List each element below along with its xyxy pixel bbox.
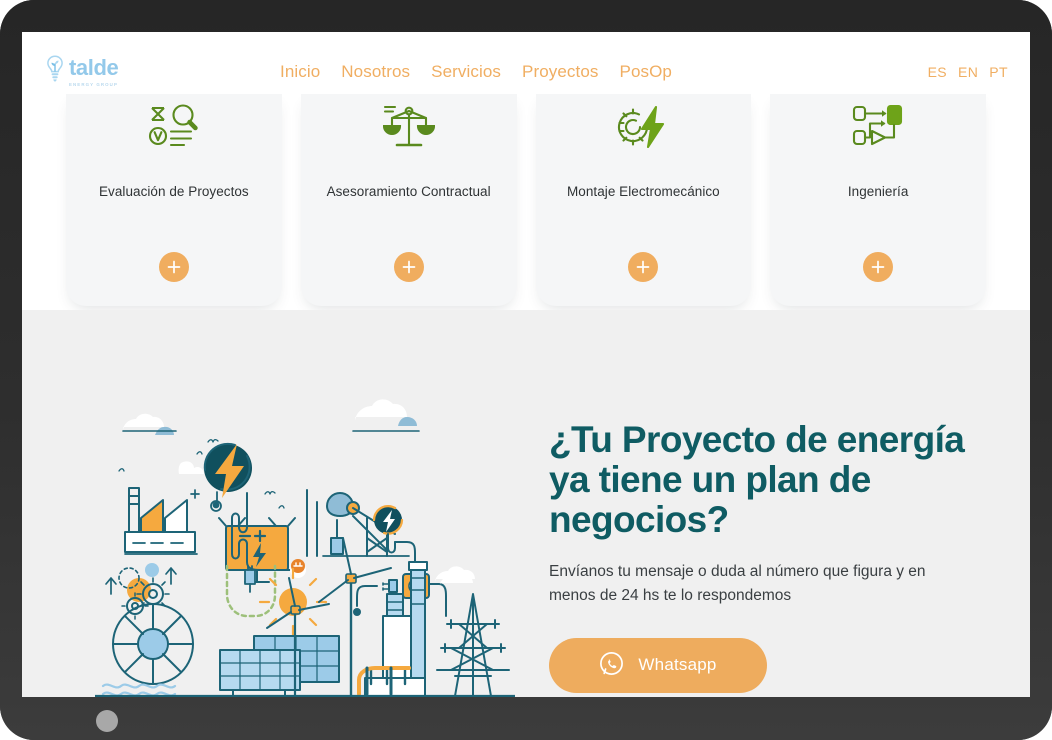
service-card-title: Ingeniería <box>847 184 909 199</box>
site-logo[interactable]: talde ENERGY GROUP <box>44 54 119 87</box>
lightbulb-plant-icon <box>44 54 66 84</box>
service-card-montaje[interactable]: Montaje Electromecánico <box>535 94 752 306</box>
balance-scales-icon <box>378 98 440 156</box>
lang-option-en[interactable]: EN <box>958 64 978 80</box>
cta-subtitle: Envíanos tu mensaje o duda al número que… <box>549 562 926 604</box>
flowchart-icon <box>847 98 909 156</box>
whatsapp-icon <box>599 651 624 679</box>
browser-viewport: talde ENERGY GROUP Inicio Nosotros Servi… <box>22 32 1030 697</box>
home-button[interactable] <box>96 710 118 732</box>
service-expand-button[interactable] <box>628 252 659 282</box>
whatsapp-button[interactable]: Whatsapp <box>549 637 767 693</box>
lang-option-es[interactable]: ES <box>928 64 947 80</box>
nav-item-servicios[interactable]: Servicios <box>431 62 501 82</box>
service-card-asesoramiento[interactable]: Asesoramiento Contractual <box>300 94 517 306</box>
cta-copy-block: ¿Tu Proyecto de energía ya tiene un plan… <box>549 420 979 693</box>
nav-item-inicio[interactable]: Inicio <box>280 62 320 82</box>
services-card-row: Evaluación de Proyectos Asesoramiento Co… <box>66 94 986 310</box>
energy-infrastructure-illustration <box>93 398 517 697</box>
site-header: talde ENERGY GROUP Inicio Nosotros Servi… <box>22 32 1030 94</box>
service-card-title: Montaje Electromecánico <box>567 184 720 199</box>
nav-item-posop[interactable]: PosOp <box>620 62 672 82</box>
service-card-evaluacion[interactable]: Evaluación de Proyectos <box>66 94 282 306</box>
gear-bolt-icon <box>612 98 674 156</box>
nav-item-proyectos[interactable]: Proyectos <box>522 62 599 82</box>
tablet-device-frame: talde ENERGY GROUP Inicio Nosotros Servi… <box>0 0 1052 740</box>
language-switcher: ES EN PT <box>928 64 1008 80</box>
logo-tagline: ENERGY GROUP <box>69 82 118 87</box>
whatsapp-button-label: Whatsapp <box>638 655 717 675</box>
service-expand-button[interactable] <box>863 252 894 282</box>
service-card-ingenieria[interactable]: Ingeniería <box>770 94 986 306</box>
service-expand-button[interactable] <box>158 252 189 282</box>
nav-item-nosotros[interactable]: Nosotros <box>341 62 410 82</box>
contact-cta-section: ¿Tu Proyecto de energía ya tiene un plan… <box>22 310 1030 697</box>
services-section: Evaluación de Proyectos Asesoramiento Co… <box>22 94 1030 310</box>
service-expand-button[interactable] <box>393 252 424 282</box>
cta-heading: ¿Tu Proyecto de energía ya tiene un plan… <box>549 419 965 540</box>
service-card-title: Evaluación de Proyectos <box>99 184 249 199</box>
lang-option-pt[interactable]: PT <box>989 64 1008 80</box>
main-navigation: Inicio Nosotros Servicios Proyectos PosO… <box>280 62 672 82</box>
magnifier-checklist-icon <box>143 98 205 156</box>
logo-wordmark: talde <box>69 55 119 80</box>
service-card-title: Asesoramiento Contractual <box>326 184 491 199</box>
